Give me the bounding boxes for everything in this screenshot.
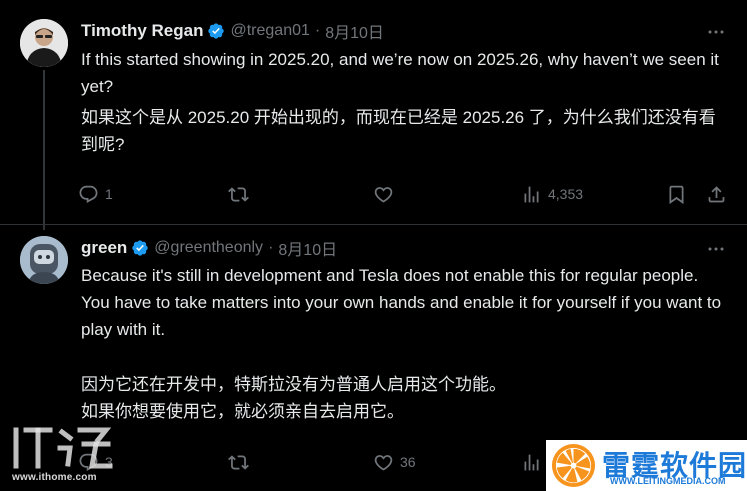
like-button[interactable]: 36 bbox=[373, 450, 416, 474]
more-horizontal-icon bbox=[708, 30, 724, 34]
reply-count: 1 bbox=[105, 186, 113, 202]
views-chart-icon bbox=[524, 454, 539, 470]
tweet-text-chinese: 因为它还在开发中，特斯拉没有为普通人启用这个功能。 如果你想要使用它，就必须亲自… bbox=[81, 375, 506, 421]
like-button[interactable] bbox=[373, 182, 400, 206]
user-handle[interactable]: @greentheonly bbox=[154, 239, 263, 257]
heart-icon bbox=[374, 454, 393, 471]
tweet-text-english: If this started showing in 2025.20, and … bbox=[81, 50, 719, 96]
display-name[interactable]: Timothy Regan bbox=[81, 21, 203, 41]
display-name[interactable]: green bbox=[81, 238, 127, 258]
separator-dot: · bbox=[268, 239, 274, 256]
verified-badge-icon bbox=[132, 240, 148, 256]
bookmark-icon bbox=[669, 185, 684, 204]
retweet-icon bbox=[228, 454, 249, 470]
more-options-button[interactable] bbox=[705, 21, 727, 43]
tweet-header: green @greentheonly · 8月10日 bbox=[81, 237, 337, 259]
tweet-date[interactable]: 8月10日 bbox=[325, 19, 384, 43]
user-handle[interactable]: @tregan01 bbox=[230, 22, 309, 40]
tweet-header: Timothy Regan @tregan01 · 8月10日 bbox=[81, 20, 384, 42]
share-icon bbox=[708, 185, 725, 202]
avatar[interactable] bbox=[20, 236, 68, 284]
retweet-button[interactable] bbox=[228, 450, 255, 474]
verified-badge-icon bbox=[208, 23, 225, 39]
tweet-text-chinese: 如果这个是从 2025.20 开始出现的，而现在已经是 2025.26 了，为什… bbox=[81, 108, 716, 154]
tweet-date[interactable]: 8月10日 bbox=[278, 236, 337, 260]
leiting-orange-logo bbox=[551, 443, 596, 488]
avatar[interactable] bbox=[20, 19, 68, 67]
retweet-button[interactable] bbox=[228, 182, 255, 206]
more-options-button[interactable] bbox=[705, 238, 727, 260]
like-count: 36 bbox=[400, 454, 416, 470]
retweet-icon bbox=[228, 186, 249, 202]
leiting-url: WWW.LEITINGMEDIA.COM bbox=[610, 476, 726, 486]
views-button[interactable]: 4,353 bbox=[521, 182, 583, 206]
tweet-text-english: Because it's still in development and Te… bbox=[81, 266, 722, 339]
more-horizontal-icon bbox=[708, 247, 724, 251]
separator-dot: · bbox=[314, 22, 321, 39]
action-bar: 1 4,353 bbox=[78, 182, 730, 206]
views-count: 4,353 bbox=[548, 186, 584, 202]
share-button[interactable] bbox=[706, 182, 727, 206]
bookmark-button[interactable] bbox=[666, 182, 687, 206]
reply-icon bbox=[79, 185, 98, 203]
reply-button[interactable]: 1 bbox=[78, 182, 113, 206]
views-chart-icon bbox=[524, 186, 539, 202]
leiting-watermark: 雷霆软件园 WWW.LEITINGMEDIA.COM bbox=[546, 440, 747, 491]
tweet-1[interactable]: Timothy Regan @tregan01 · 8月10日 If this … bbox=[0, 0, 747, 230]
ithome-url: www.ithome.com bbox=[12, 472, 97, 483]
views-button[interactable] bbox=[521, 450, 548, 474]
thread-line bbox=[43, 70, 45, 230]
heart-icon bbox=[374, 186, 393, 203]
